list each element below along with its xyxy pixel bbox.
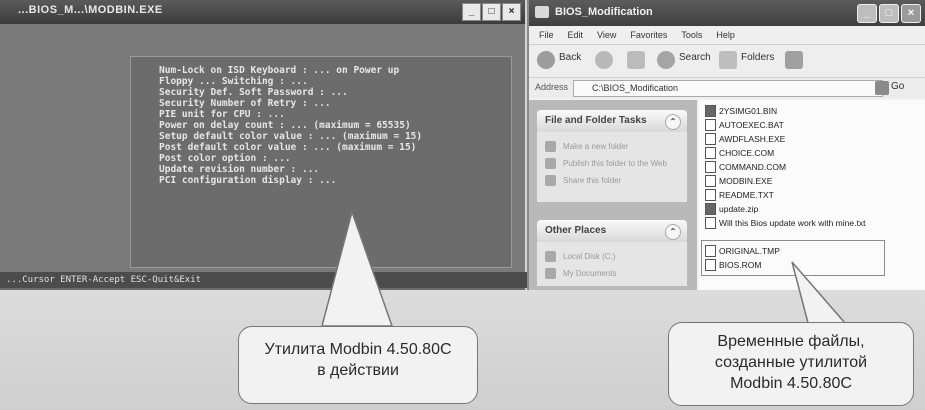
callout-modbin-in-action: Утилита Modbin 4.50.80C в действии: [238, 326, 478, 404]
callout-line: в действии: [317, 362, 399, 379]
callout-line: созданные утилитой: [714, 354, 868, 371]
callout-line: Временные файлы,: [717, 333, 865, 350]
callout-temp-files: Временные файлы, созданные утилитой Modb…: [668, 322, 914, 406]
screenshot-page: ...BIOS_M...\MODBIN.EXE _ □ × Num-Lock o…: [0, 0, 925, 410]
callout-line: Утилита Modbin 4.50.80C: [264, 341, 452, 358]
left-callout-pointer: [321, 209, 394, 327]
callout-line: Modbin 4.50.80C: [730, 375, 852, 392]
